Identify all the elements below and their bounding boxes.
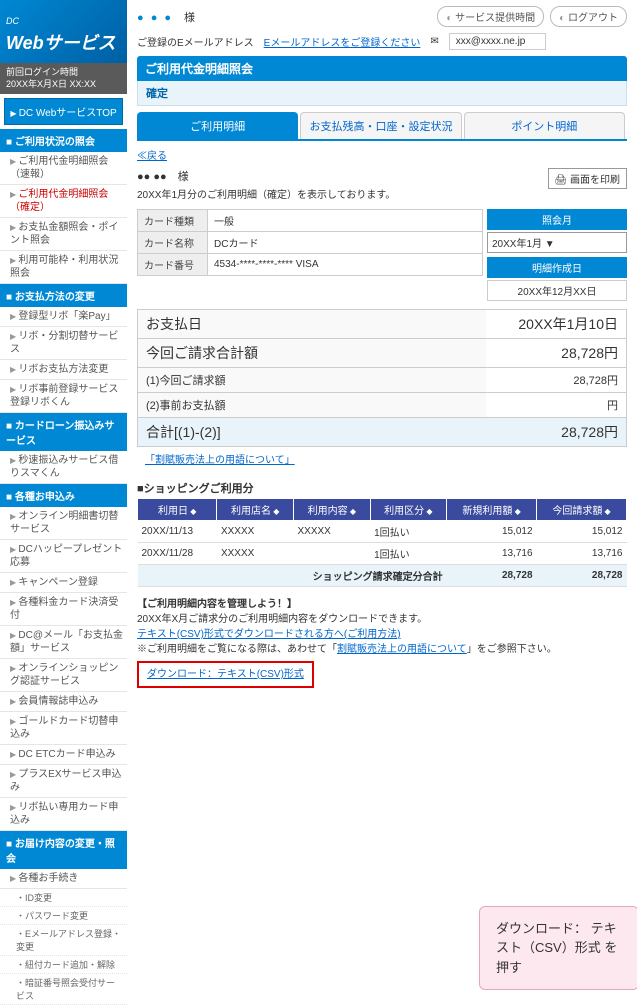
menu-item[interactable]: DC@メール「お支払金額」サービス — [0, 626, 127, 659]
shopping-title: ショッピングご利用分 — [137, 480, 627, 496]
section-apply: 各種お申込み — [0, 484, 127, 507]
callout: ダウンロード： テキスト（CSV）形式 を押す — [479, 906, 637, 991]
email-label: ご登録のEメールアドレス — [137, 34, 254, 49]
created-date: 20XX年12月XX日 — [487, 280, 627, 301]
menu-item[interactable]: 秒速振込みサービス借りスマくん — [0, 451, 127, 484]
main: ● ● ● 様 サービス提供時間 ログアウト ご登録のEメールアドレス Eメール… — [127, 0, 637, 1005]
menu-item[interactable]: リボ事前登録サービス登録リボくん — [0, 380, 127, 413]
sidebar: DC Webサービス 前回ログイン時間 20XX年X月X日 XX:XX DC W… — [0, 0, 127, 1005]
menu-item[interactable]: 各種お手続き — [0, 869, 127, 889]
email-register-link[interactable]: Eメールアドレスをご登録ください — [264, 34, 421, 49]
top-button[interactable]: DC WebサービスTOP — [4, 98, 123, 125]
menu-item[interactable]: キャンペーン登録 — [0, 573, 127, 593]
sub-item[interactable]: Eメールアドレス登録・変更 — [0, 925, 127, 956]
back-link[interactable]: ≪戻る — [137, 147, 167, 162]
terms-link-2[interactable]: 割賦販売法上の用語について — [337, 644, 467, 655]
user-greet: ● ● ● 様 — [137, 9, 195, 25]
menu-item[interactable]: 会員情報誌申込み — [0, 692, 127, 712]
summary-table: お支払日20XX年1月10日 今回ご請求合計額28,728円 (1)今回ご請求額… — [137, 309, 627, 447]
menu-item[interactable]: 登録型リボ「楽Pay」 — [0, 307, 127, 327]
logo: DC Webサービス — [0, 0, 127, 63]
menu-item[interactable]: ご利用代金明細照会（速報） — [0, 152, 127, 185]
tab-balance[interactable]: お支払残高・口座・設定状況 — [300, 112, 461, 139]
page-title: ご利用代金明細照会 — [137, 56, 627, 81]
section-change: お届け内容の変更・照会 — [0, 831, 127, 869]
card-table: カード種類一般 カード名称DCカード カード番号4534-****-****-*… — [137, 209, 483, 276]
greet-line: ●● ●● 様 — [137, 168, 395, 184]
menu-item[interactable]: ゴールドカード切替申込み — [0, 712, 127, 745]
menu-item[interactable]: オンラインショッピング認証サービス — [0, 659, 127, 692]
terms-link[interactable]: 「割賦販売法上の用語について」 — [137, 447, 627, 470]
desc-line: 20XX年1月分のご利用明細（確定）を表示しております。 — [137, 186, 395, 201]
menu-item[interactable]: お支払金額照会・ポイント照会 — [0, 218, 127, 251]
tab-point[interactable]: ポイント明細 — [464, 112, 625, 139]
menu-item-active[interactable]: ご利用代金明細照会（確定） — [0, 185, 127, 218]
menu-item[interactable]: DC ETCカード申込み — [0, 745, 127, 765]
menu-item[interactable]: 各種料金カード決済受付 — [0, 593, 127, 626]
menu-item[interactable]: オンライン明細書切替サービス — [0, 507, 127, 540]
page-subtitle: 確定 — [137, 81, 627, 106]
menu-item[interactable]: DCハッピープレゼント応募 — [0, 540, 127, 573]
email-icon: ✉ — [430, 36, 438, 47]
sub-item[interactable]: パスワード変更 — [0, 907, 127, 925]
logout-button[interactable]: ログアウト — [550, 6, 627, 27]
table-total-row: ショッピング請求確定分合計 28,72828,728 — [138, 565, 627, 587]
menu-item[interactable]: リボお支払方法変更 — [0, 360, 127, 380]
tab-row: ご利用明細 お支払残高・口座・設定状況 ポイント明細 — [137, 112, 627, 141]
shopping-table: 利用日利用店名 利用内容利用区分 新規利用額今回請求額 20XX/11/13XX… — [137, 498, 627, 587]
month-panel: 照会月 20XX年1月 ▼ 明細作成日 20XX年12月XX日 — [487, 209, 627, 301]
month-label: 照会月 — [487, 209, 627, 230]
created-label: 明細作成日 — [487, 257, 627, 278]
login-info: 前回ログイン時間 20XX年X月X日 XX:XX — [0, 63, 127, 94]
table-row: 20XX/11/28XXXXX 1回払い 13,71613,716 — [138, 543, 627, 565]
sub-item[interactable]: ID変更 — [0, 889, 127, 907]
menu-item[interactable]: リボ払い専用カード申込み — [0, 798, 127, 831]
csv-help-link[interactable]: テキスト(CSV)形式でダウンロードされる方へ(ご利用方法) — [137, 629, 401, 640]
service-hours-button[interactable]: サービス提供時間 — [437, 6, 544, 27]
download-section: 【ご利用明細内容を管理しよう！】 20XX年X月ご請求分のご利用明細内容をダウン… — [137, 597, 627, 688]
menu-item[interactable]: プラスEXサービス申込み — [0, 765, 127, 798]
download-csv-button[interactable]: ダウンロード：テキスト(CSV)形式 — [137, 661, 314, 688]
sub-item[interactable]: 紐付カード追加・解除 — [0, 956, 127, 974]
tab-detail[interactable]: ご利用明細 — [137, 112, 298, 139]
email-value: xxx@xxxx.ne.jp — [449, 33, 547, 50]
menu-item[interactable]: 利用可能枠・利用状況照会 — [0, 251, 127, 284]
section-loan: カードローン振込みサービス — [0, 413, 127, 451]
menu-item[interactable]: リボ・分割切替サービス — [0, 327, 127, 360]
table-row: 20XX/11/13XXXXX XXXXX1回払い 15,01215,012 — [138, 521, 627, 543]
sub-item[interactable]: 暗証番号照会受付サービス — [0, 974, 127, 1005]
section-usage: ご利用状況の照会 — [0, 129, 127, 152]
section-payment: お支払方法の変更 — [0, 284, 127, 307]
print-button[interactable]: 画面を印刷 — [548, 168, 627, 189]
month-select[interactable]: 20XX年1月 ▼ — [487, 232, 627, 253]
